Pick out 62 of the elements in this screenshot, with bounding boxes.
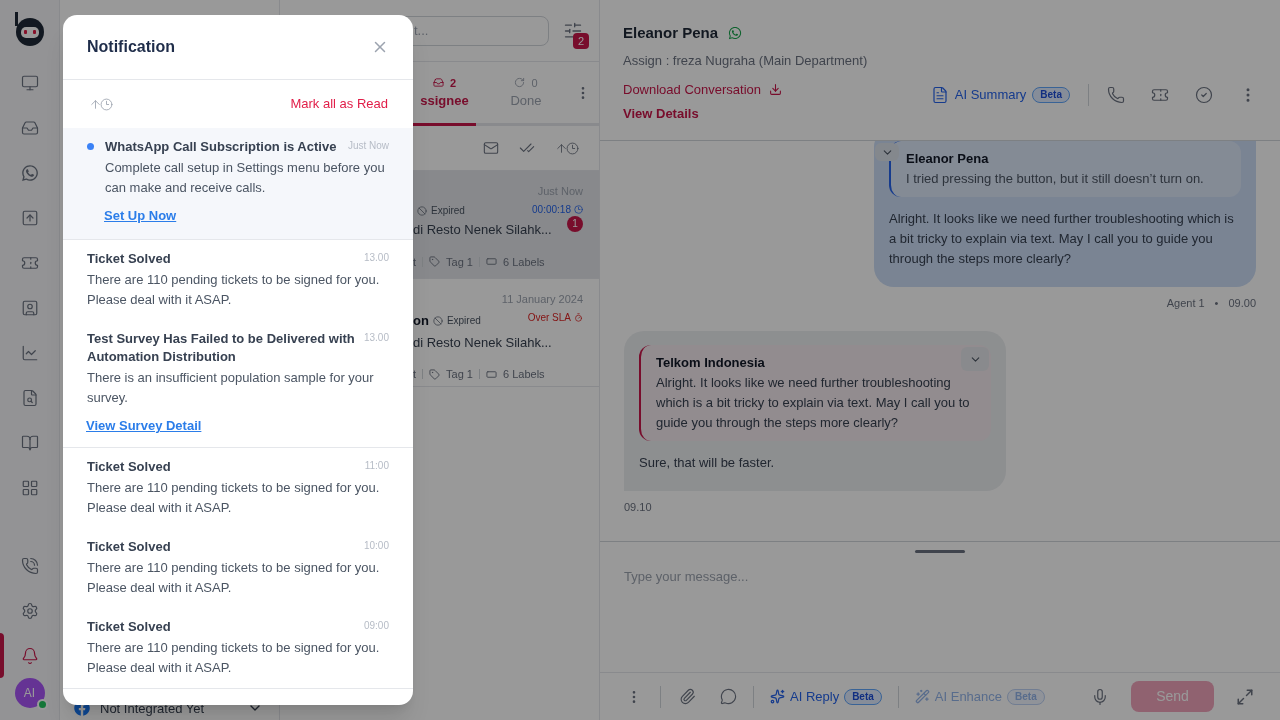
notification-title: WhatsApp Call Subscription is Active (105, 138, 337, 156)
user-avatar[interactable]: AI (14, 678, 45, 708)
notification-item[interactable]: WhatsApp Call Subscription is Active Just Now Complete call setup in Settings menu before you can make and receive calls. Set Up Now (63, 128, 413, 239)
tag-label: Tag 1 (446, 367, 473, 382)
notification-title: Ticket Solved (87, 458, 171, 476)
notification-title: Ticket Solved (87, 250, 171, 268)
quote-author: Eleanor Pena (906, 150, 989, 168)
notification-item[interactable]: Ticket Solved 13.00 There are 110 pending tickets to be signed for you. Please deal with it ASAP. (63, 240, 413, 320)
notification-item[interactable]: Ticket Solved 09:00 There are 110 pending tickets to be signed for you. Please deal with it ASAP. (63, 608, 413, 688)
message-input[interactable]: Type your message... (600, 553, 1280, 672)
sla-label: Over SLA (527, 310, 571, 325)
notification-time: 10:00 (363, 539, 389, 553)
notification-body: There are 110 pending tickets to be signed for you. Please deal with it ASAP. (87, 559, 381, 597)
view-details-link[interactable]: View Details (623, 103, 868, 123)
notification-item[interactable]: Test Survey Has Failed to be Delivered with Automation Distribution 13.00 There is an insufficient population sample for your survey. View Survey Detail (63, 320, 413, 447)
row-time: 11 January 2024 (501, 292, 583, 307)
message-text: Alright. It looks like we need further troubleshooting which is a bit tricky to explain via text. May I call you to guide you through the steps more clearly? (889, 209, 1235, 268)
download-conversation-link[interactable]: Download Conversation (623, 80, 868, 100)
notification-title: Ticket Solved (87, 618, 171, 636)
notification-body: There are 110 pending tickets to be signed for you. Please deal with it ASAP. (87, 639, 381, 677)
mark-all-read-link[interactable]: Mark all as Read (290, 94, 388, 114)
sender-name: Agent 1 (1166, 295, 1205, 311)
channel-label: t (413, 254, 417, 270)
panel-title: Notification (87, 37, 175, 57)
notification-body: There are 110 pending tickets to be signed for you. Please deal with it ASAP. (87, 479, 381, 517)
status-label: Expired (446, 314, 481, 329)
tab[interactable]: 0 Done (493, 62, 559, 126)
ai-reply-button[interactable]: AI Reply Beta (770, 686, 882, 707)
quote-author: Telkom Indonesia (656, 354, 765, 372)
quote-text: I tried pressing the button, but it still doesn’t turn on. (906, 169, 1205, 188)
status-label: Expired (431, 204, 465, 218)
unread-badge: 1 (567, 215, 583, 232)
message-time: 09.00 (1228, 295, 1256, 311)
notification-item[interactable]: Ticket Solved 10:00 There are 110 pending tickets to be signed for you. Please deal with it ASAP. (63, 528, 413, 608)
contact-name: Eleanor Pena (623, 23, 719, 43)
labels-count: 6 Labels (503, 254, 545, 270)
notification-link[interactable]: Set Up Now (104, 206, 177, 226)
sla-label: 00:00:18 (532, 202, 571, 217)
notification-link[interactable]: View Survey Detail (86, 416, 202, 436)
notification-time: 11:00 (364, 459, 389, 473)
separator-dot: • (1214, 295, 1219, 311)
tag-label: Tag 1 (446, 254, 473, 270)
notification-item[interactable]: Ticket Solved 11:00 There are 110 pending tickets to be signed for you. Please deal with it ASAP. (63, 448, 413, 528)
contact-name: on (413, 312, 429, 330)
notification-time: 13.00 (363, 331, 389, 345)
quote-text: Alright. It looks like we need further troubleshooting which is a bit tricky to explain via text. May I call you to guide you through the steps more clearly? (656, 373, 971, 432)
assign-info: Assign : freza Nugraha (Main Department) (623, 51, 868, 70)
notification-time: 09:00 (363, 619, 389, 633)
labels-count: 6 Labels (503, 367, 545, 382)
message-preview: di Resto Nenek Silahk... (413, 221, 552, 239)
notification-time: Just Now (347, 139, 389, 153)
beta-badge: Beta (1032, 87, 1070, 103)
beta-badge: Beta (1007, 688, 1045, 705)
ai-summary-button[interactable]: AI Summary Beta (930, 85, 1070, 105)
message-text: Sure, that will be faster. (639, 453, 776, 472)
filter-count-badge: 2 (573, 32, 590, 49)
channel-label: t (413, 367, 417, 382)
notification-title: Ticket Solved (87, 538, 171, 556)
message-time: 09.10 (624, 499, 652, 515)
notification-time: 13.00 (363, 251, 389, 265)
beta-badge: Beta (844, 688, 882, 705)
message-preview: di Resto Nenek Silahk... (413, 333, 552, 352)
